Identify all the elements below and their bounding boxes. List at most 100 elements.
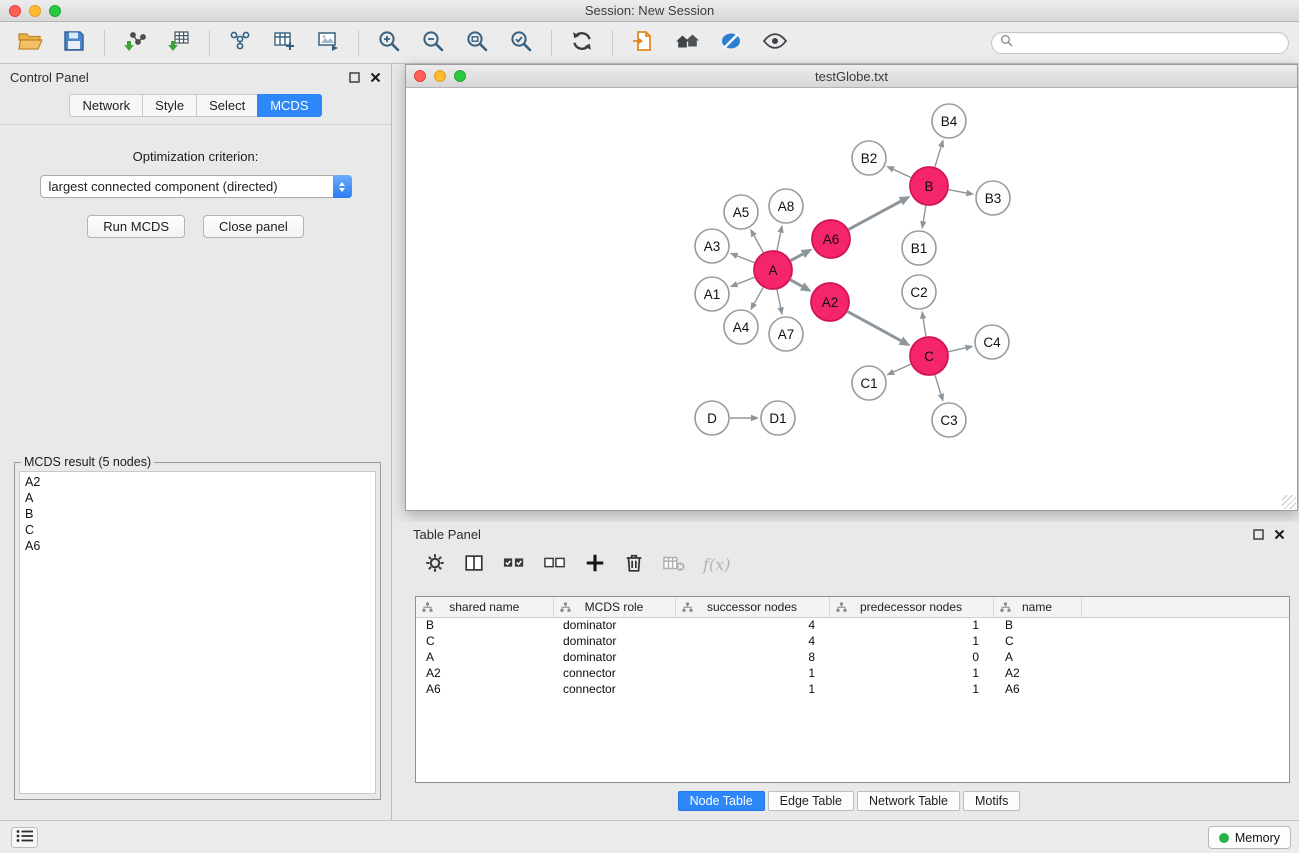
tab-mcds[interactable]: MCDS — [257, 94, 321, 117]
new-network-button[interactable] — [222, 25, 258, 61]
network-node-D1[interactable]: D1 — [761, 401, 795, 435]
mcds-result-item[interactable]: B — [25, 506, 370, 522]
network-window-titlebar[interactable]: testGlobe.txt — [406, 65, 1297, 88]
zoom-selected-button[interactable] — [503, 25, 539, 61]
network-edge-C-C1[interactable] — [886, 364, 910, 375]
table-row[interactable]: Adominator80A — [416, 649, 1289, 665]
close-panel-icon[interactable] — [370, 72, 381, 83]
network-node-C[interactable]: C — [910, 337, 948, 375]
network-node-B2[interactable]: B2 — [852, 141, 886, 175]
new-table-button[interactable] — [266, 25, 302, 61]
optimization-criterion-dropdown[interactable]: largest connected component (directed) — [40, 175, 352, 198]
network-edge-B-B3[interactable] — [949, 190, 975, 196]
unselect-all-button[interactable] — [543, 551, 567, 577]
network-node-A2[interactable]: A2 — [811, 283, 849, 321]
network-edge-C-C3[interactable] — [935, 375, 944, 402]
network-edge-B-B1[interactable] — [920, 206, 926, 229]
network-node-D[interactable]: D — [695, 401, 729, 435]
column-header-mcds-role[interactable]: MCDS role — [553, 597, 675, 617]
tab-network[interactable]: Network — [69, 94, 142, 117]
mcds-result-item[interactable]: C — [25, 522, 370, 538]
eye-button[interactable] — [757, 25, 793, 61]
mcds-result-item[interactable]: A2 — [25, 474, 370, 490]
select-all-button[interactable] — [502, 551, 526, 577]
zoom-in-button[interactable] — [371, 25, 407, 61]
tab-motifs[interactable]: Motifs — [963, 791, 1020, 811]
network-node-A1[interactable]: A1 — [695, 277, 729, 311]
network-edge-D-D1[interactable] — [730, 415, 759, 421]
network-node-C1[interactable]: C1 — [852, 366, 886, 400]
network-edge-A-A1[interactable] — [730, 277, 755, 287]
memory-button[interactable]: Memory — [1208, 826, 1291, 849]
tab-node-table[interactable]: Node Table — [678, 791, 765, 811]
import-table-button[interactable] — [161, 25, 197, 61]
search-box[interactable] — [991, 32, 1289, 54]
network-node-C3[interactable]: C3 — [932, 403, 966, 437]
network-node-A3[interactable]: A3 — [695, 229, 729, 263]
show-columns-button[interactable] — [463, 551, 485, 577]
table-row[interactable]: Cdominator41C — [416, 633, 1289, 649]
mcds-result-list[interactable]: A2ABCA6 — [19, 471, 376, 794]
network-canvas[interactable]: B4 B2 B B3 A8 A5 A6 B1 A3 A C2 A1 A2 A4 A7 C4 C C1 C3 D D1 — [407, 89, 1296, 509]
network-node-C4[interactable]: C4 — [975, 325, 1009, 359]
network-node-A[interactable]: A — [754, 251, 792, 289]
float-table-panel-icon[interactable] — [1253, 529, 1264, 540]
network-node-B3[interactable]: B3 — [976, 181, 1010, 215]
mcds-result-item[interactable]: A6 — [25, 538, 370, 554]
tab-edge-table[interactable]: Edge Table — [768, 791, 854, 811]
network-node-B[interactable]: B — [910, 167, 948, 205]
column-header-shared-name[interactable]: shared name — [416, 597, 553, 617]
network-edge-A-A4[interactable] — [750, 287, 763, 310]
task-history-button[interactable] — [11, 827, 38, 848]
search-input[interactable] — [1018, 36, 1280, 50]
tab-style[interactable]: Style — [142, 94, 196, 117]
settings-gear-button[interactable] — [424, 551, 446, 577]
tab-network-table[interactable]: Network Table — [857, 791, 960, 811]
network-edge-A-A8[interactable] — [777, 225, 784, 251]
export-image-button[interactable] — [310, 25, 346, 61]
network-edge-B-B2[interactable] — [886, 166, 911, 178]
zoom-fit-button[interactable] — [459, 25, 495, 61]
network-node-A6[interactable]: A6 — [812, 220, 850, 258]
network-edge-A-A3[interactable] — [730, 253, 755, 263]
network-node-A7[interactable]: A7 — [769, 317, 803, 351]
refresh-button[interactable] — [564, 25, 600, 61]
float-panel-icon[interactable] — [349, 72, 360, 83]
network-edge-B-B4[interactable] — [935, 139, 944, 167]
network-node-A4[interactable]: A4 — [724, 310, 758, 344]
network-edge-A-A6[interactable] — [791, 249, 813, 261]
network-edge-A2-C[interactable] — [848, 312, 911, 346]
network-edge-C-C4[interactable] — [949, 345, 974, 352]
network-node-A5[interactable]: A5 — [724, 195, 758, 229]
network-node-B4[interactable]: B4 — [932, 104, 966, 138]
delete-columns-button[interactable] — [623, 551, 645, 577]
network-node-C2[interactable]: C2 — [902, 275, 936, 309]
open-document-button[interactable] — [625, 25, 661, 61]
resize-handle[interactable] — [1282, 495, 1296, 509]
save-session-button[interactable] — [56, 25, 92, 61]
create-column-button[interactable] — [584, 551, 606, 577]
graphics-details-button[interactable] — [713, 25, 749, 61]
tab-select[interactable]: Select — [196, 94, 257, 117]
network-node-B1[interactable]: B1 — [902, 231, 936, 265]
column-header-name[interactable]: name — [993, 597, 1081, 617]
close-table-panel-icon[interactable] — [1274, 529, 1285, 540]
import-network-button[interactable] — [117, 25, 153, 61]
open-file-button[interactable] — [12, 25, 48, 61]
network-edge-C-C2[interactable] — [920, 311, 926, 336]
network-edge-A-A7[interactable] — [777, 290, 784, 316]
column-header-successor-nodes[interactable]: successor nodes — [675, 597, 829, 617]
network-edge-A6-B[interactable] — [849, 196, 911, 229]
network-edge-A-A2[interactable] — [790, 280, 811, 292]
network-edge-A-A5[interactable] — [750, 229, 763, 253]
network-node-A8[interactable]: A8 — [769, 189, 803, 223]
column-header-predecessor-nodes[interactable]: predecessor nodes — [829, 597, 993, 617]
close-panel-button[interactable]: Close panel — [203, 215, 304, 238]
table-row[interactable]: A2connector11A2 — [416, 665, 1289, 681]
node-table[interactable]: shared nameMCDS rolesuccessor nodesprede… — [415, 596, 1290, 783]
zoom-out-button[interactable] — [415, 25, 451, 61]
table-row[interactable]: Bdominator41B — [416, 617, 1289, 633]
mcds-result-item[interactable]: A — [25, 490, 370, 506]
table-row[interactable]: A6connector11A6 — [416, 681, 1289, 697]
home-button[interactable] — [669, 25, 705, 61]
